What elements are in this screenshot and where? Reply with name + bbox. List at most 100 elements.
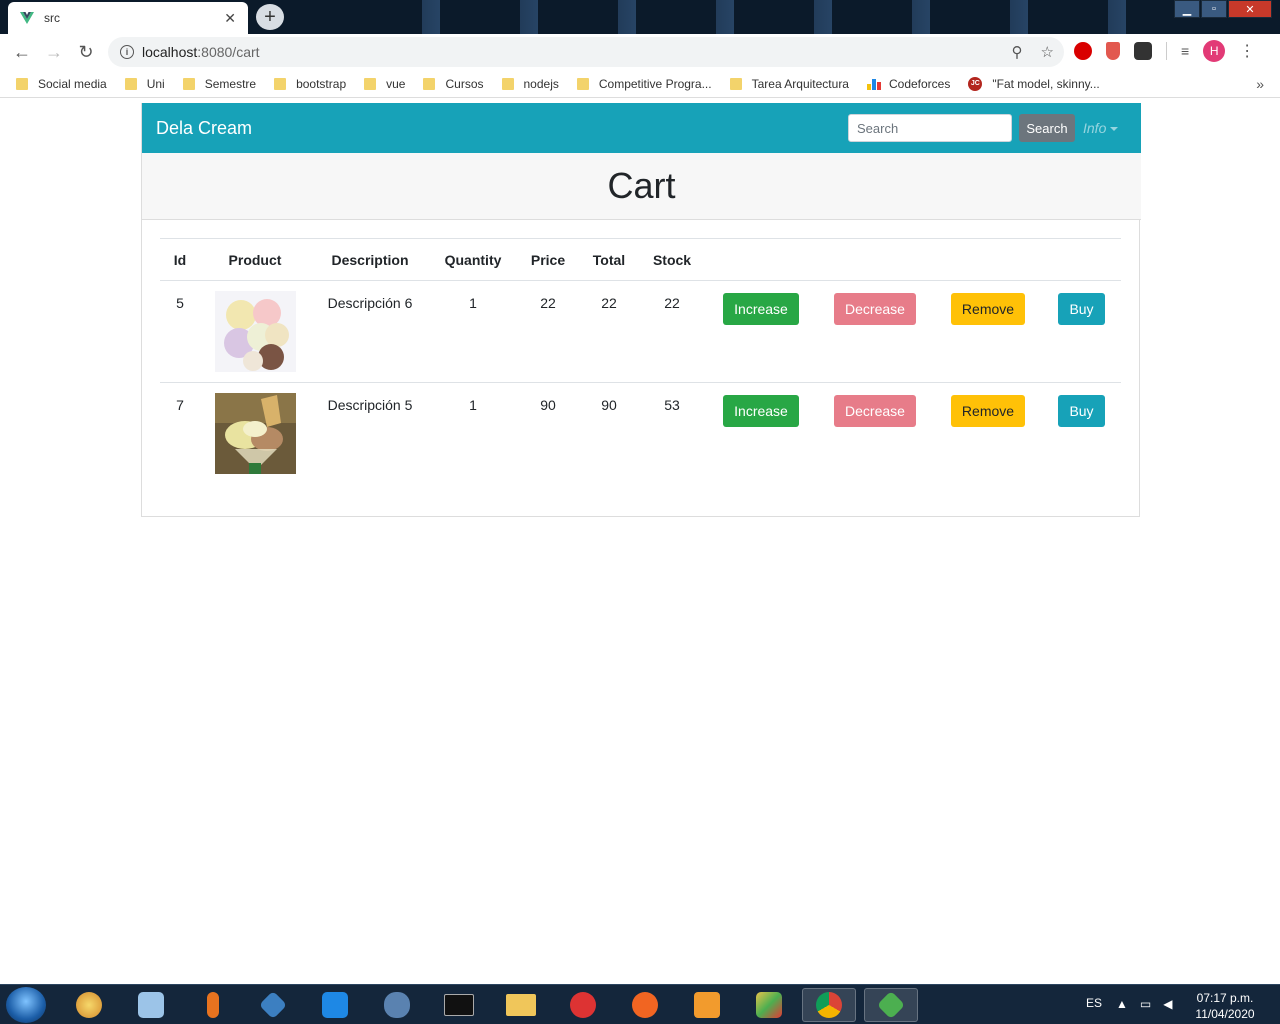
table-header-row: Id Product Description Quantity Price To… (160, 238, 1121, 281)
volume-icon[interactable]: ◀ (1163, 997, 1172, 1011)
jc-icon: JC (968, 76, 983, 91)
folder-icon (274, 77, 287, 90)
column-header: Product (200, 238, 310, 281)
forward-icon[interactable]: → (38, 36, 70, 68)
bookmark-item[interactable]: Cursos (423, 77, 484, 91)
folder-icon (364, 77, 377, 90)
cell-id: 7 (176, 397, 184, 413)
system-clock[interactable]: 07:17 p.m. 11/04/2020 (1188, 990, 1262, 1022)
git-icon[interactable] (864, 988, 918, 1022)
cell-quantity: 1 (469, 397, 477, 413)
terminal-icon[interactable] (432, 988, 486, 1022)
visual-studio-icon[interactable] (246, 988, 300, 1022)
close-icon[interactable]: ✕ (224, 10, 236, 27)
ccleaner-icon[interactable] (556, 988, 610, 1022)
bookmark-item[interactable]: JC "Fat model, skinny... (968, 76, 1100, 91)
media-control-icon[interactable]: ≡ (1181, 43, 1189, 59)
profile-avatar[interactable]: H (1203, 40, 1226, 62)
vue-icon (20, 12, 34, 24)
bookmark-item[interactable]: Social media (16, 77, 107, 91)
folder-icon (576, 77, 589, 90)
navbar: Dela Cream Search Info (142, 103, 1141, 153)
window-close-button[interactable]: ✕ (1228, 0, 1272, 18)
bookmark-item[interactable]: vue (364, 77, 405, 91)
table-row: 5 Descripción 6 1 22 22 22 Increase Decr… (160, 280, 1121, 383)
search-input[interactable] (848, 114, 1012, 142)
browser-toolbar: ← → ↻ i localhost:8080/cart ⚲ ☆ ≡ H ⋮ (0, 34, 1280, 70)
postgresql-icon[interactable] (370, 988, 424, 1022)
remove-button[interactable]: Remove (950, 395, 1026, 427)
folder-icon (729, 77, 742, 90)
brand-link[interactable]: Dela Cream (156, 118, 252, 139)
browser-tab[interactable]: src ✕ (8, 2, 248, 34)
chrome-icon[interactable] (802, 988, 856, 1022)
file-explorer-icon[interactable] (494, 988, 548, 1022)
increase-button[interactable]: Increase (723, 293, 799, 325)
tab-title: src (44, 11, 60, 25)
vscode-icon[interactable] (308, 988, 362, 1022)
remove-button[interactable]: Remove (950, 293, 1026, 325)
new-tab-button[interactable]: + (256, 4, 284, 30)
cell-description: Descripción 6 (310, 280, 430, 383)
address-bar[interactable]: i localhost:8080/cart ⚲ ☆ (108, 37, 1064, 67)
column-header: Description (310, 238, 430, 281)
adblock-icon[interactable] (1074, 42, 1092, 60)
cell-stock: 22 (638, 280, 706, 383)
folder-icon (182, 77, 195, 90)
buy-button[interactable]: Buy (1058, 395, 1105, 427)
decrease-button[interactable]: Decrease (834, 293, 916, 325)
column-header: Quantity (430, 238, 516, 281)
buy-button[interactable]: Buy (1058, 293, 1105, 325)
cell-total: 90 (601, 397, 617, 413)
bookmark-item[interactable]: Uni (124, 77, 165, 91)
bookmark-item[interactable]: Tarea Arquitectura (729, 77, 849, 91)
cell-description: Descripción 5 (327, 397, 413, 413)
language-indicator[interactable]: ES (1086, 996, 1102, 1010)
paint-icon[interactable] (62, 988, 116, 1022)
folder-icon (423, 77, 436, 90)
start-button[interactable] (6, 987, 46, 1023)
column-header: Total (580, 238, 638, 281)
pen-tool-icon[interactable] (618, 988, 672, 1022)
network-icon[interactable]: ▭ (1140, 997, 1151, 1011)
ice-cream-sundae-image (214, 393, 296, 474)
site-info-icon[interactable]: i (120, 45, 134, 59)
folder-icon (16, 77, 28, 90)
codeforces-icon (866, 78, 881, 90)
menu-icon[interactable]: ⋮ (1239, 41, 1255, 61)
virtualbox-icon[interactable] (124, 988, 178, 1022)
microphone-icon[interactable] (186, 988, 240, 1022)
search-button[interactable]: Search (1019, 114, 1075, 142)
maximize-button[interactable]: ▫ (1201, 0, 1227, 18)
bookmark-item[interactable]: Competitive Progra... (576, 77, 712, 91)
cart-table: Id Product Description Quantity Price To… (160, 238, 1121, 485)
url-text[interactable]: localhost:8080/cart (142, 44, 260, 60)
shield-extension-icon[interactable] (1106, 42, 1120, 60)
page-title: Cart (607, 165, 676, 206)
cell-stock: 53 (664, 397, 680, 413)
back-icon[interactable]: ← (6, 36, 38, 68)
browser-titlebar: src ✕ + ▁ ▫ ✕ (0, 0, 1280, 34)
cell-price: 22 (516, 280, 580, 383)
bookmarks-bar: Social media Uni Semestre bootstrap vue … (0, 70, 1280, 98)
bookmark-item[interactable]: bootstrap (274, 77, 346, 91)
minimize-button[interactable]: ▁ (1174, 0, 1200, 18)
cube-app-icon[interactable] (742, 988, 796, 1022)
reload-icon[interactable]: ↻ (70, 36, 102, 68)
decrease-button[interactable]: Decrease (834, 395, 916, 427)
bookmark-item[interactable]: Codeforces (866, 77, 950, 91)
increase-button[interactable]: Increase (723, 395, 799, 427)
folder-icon (501, 77, 514, 90)
zoom-icon[interactable]: ⚲ (1012, 43, 1023, 61)
crown-extension-icon[interactable] (1134, 42, 1152, 60)
bookmark-star-icon[interactable]: ☆ (1041, 43, 1054, 61)
bookmarks-overflow-icon[interactable]: » (1256, 76, 1264, 92)
folder-icon (124, 77, 137, 90)
show-hidden-icons-icon[interactable]: ▲ (1116, 997, 1128, 1011)
column-header: Stock (638, 238, 706, 281)
cell-price: 90 (540, 397, 556, 413)
bookmark-item[interactable]: nodejs (501, 77, 559, 91)
bookmark-item[interactable]: Semestre (182, 77, 256, 91)
sublime-text-icon[interactable] (680, 988, 734, 1022)
info-dropdown[interactable]: Info (1083, 120, 1119, 136)
